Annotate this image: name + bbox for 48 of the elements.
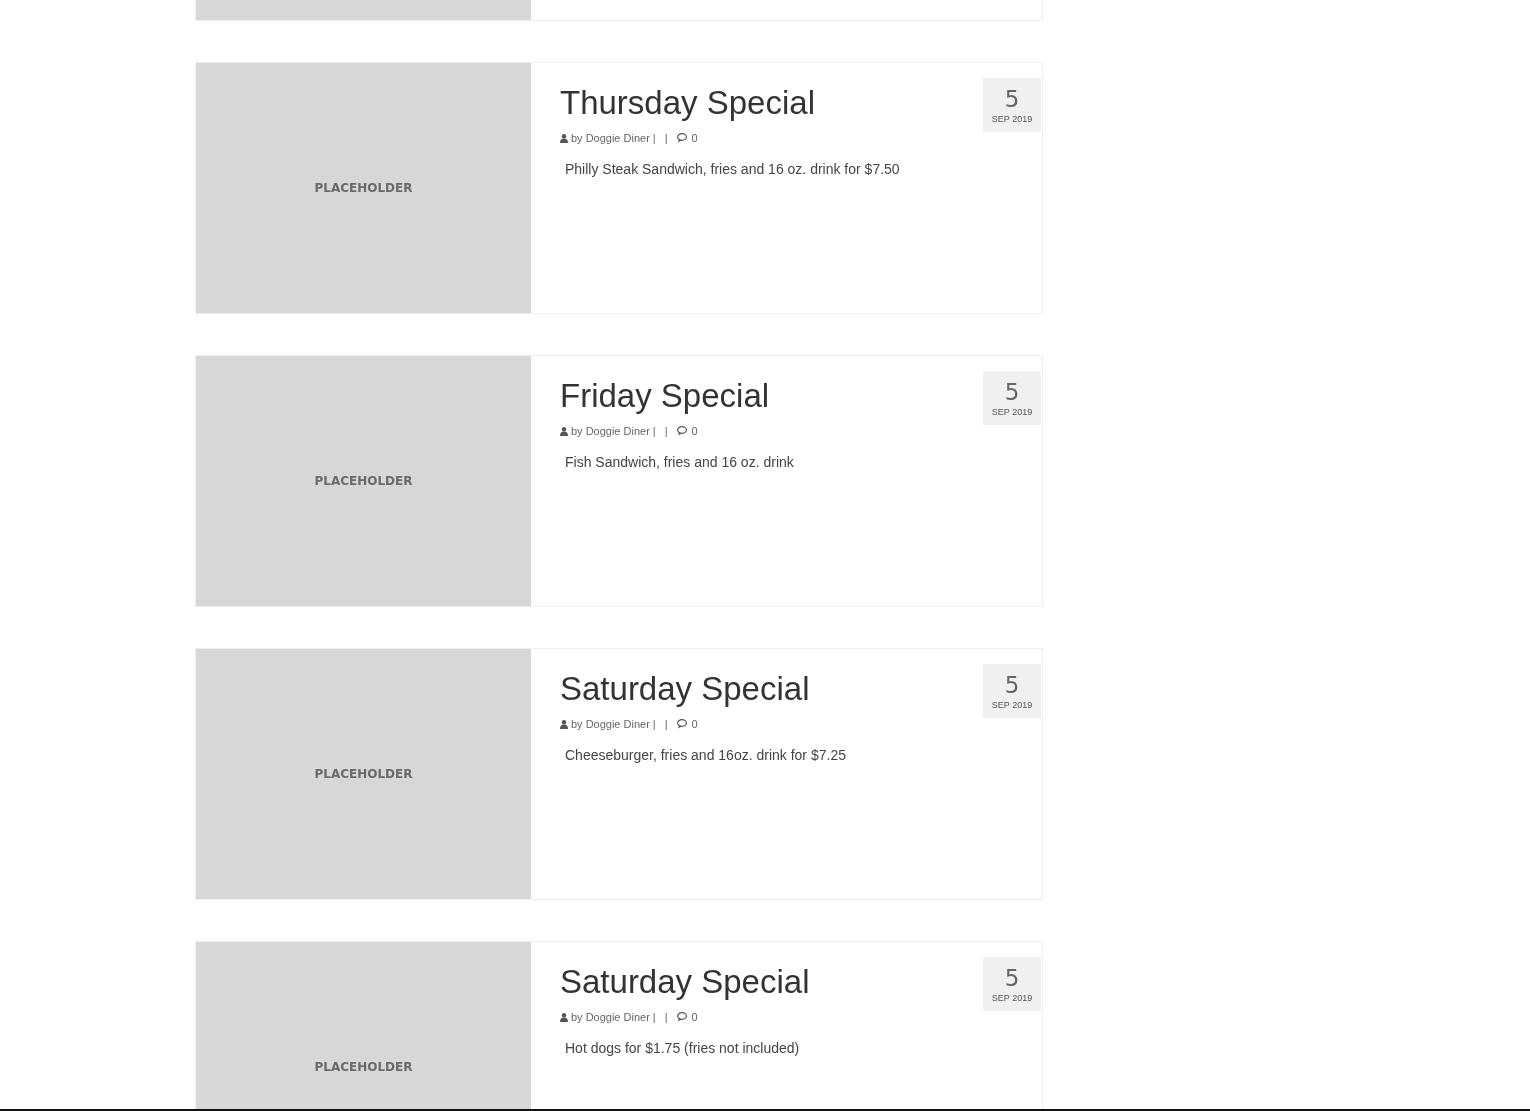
- date-day: 5: [1004, 86, 1020, 111]
- placeholder-label: PLACEHOLDER: [314, 474, 413, 488]
- meta-separator: |: [664, 718, 668, 730]
- meta-separator: |: [664, 132, 668, 144]
- meta-separator: |: [664, 1011, 668, 1023]
- placeholder-label: PLACEHOLDER: [314, 181, 413, 195]
- comments-count[interactable]: 0: [691, 425, 698, 437]
- date-day: 5: [1004, 965, 1020, 990]
- comments-count[interactable]: 0: [691, 1011, 698, 1023]
- comments-icon: [676, 719, 689, 729]
- author-link[interactable]: Doggie Diner: [585, 425, 650, 437]
- user-icon: [560, 719, 568, 729]
- date-month-year: SEP 2019: [991, 113, 1033, 124]
- comments-count[interactable]: 0: [691, 718, 698, 730]
- meta-separator: |: [664, 425, 668, 437]
- author-prefix: by: [571, 132, 583, 144]
- comments-icon: [676, 133, 689, 143]
- author-prefix: by: [571, 718, 583, 730]
- user-icon: [560, 426, 568, 436]
- comments-icon: [676, 1012, 689, 1022]
- date-month-year: SEP 2019: [991, 699, 1033, 710]
- post-title[interactable]: Thursday Special: [560, 84, 815, 122]
- post-title[interactable]: Friday Special: [560, 377, 770, 415]
- meta-separator: |: [652, 1011, 656, 1023]
- date-day: 5: [1004, 672, 1020, 697]
- meta-separator: |: [652, 132, 656, 144]
- comments-icon: [676, 426, 689, 436]
- placeholder-label: PLACEHOLDER: [314, 767, 413, 781]
- post-excerpt: Cheeseburger, fries and 16oz. drink for $7.25: [565, 747, 847, 763]
- comments-count[interactable]: 0: [691, 132, 698, 144]
- author-prefix: by: [571, 425, 583, 437]
- post-excerpt: Hot dogs for $1.75 (fries not included): [565, 1040, 801, 1056]
- post-title[interactable]: Saturday Special: [560, 670, 810, 708]
- author-link[interactable]: Doggie Diner: [585, 132, 650, 144]
- author-prefix: by: [571, 1011, 583, 1023]
- date-month-year: SEP 2019: [991, 406, 1033, 417]
- post-excerpt: Fish Sandwich, fries and 16 oz. drink: [565, 454, 795, 470]
- author-link[interactable]: Doggie Diner: [585, 718, 650, 730]
- user-icon: [560, 1012, 568, 1022]
- placeholder-label: PLACEHOLDER: [314, 1060, 413, 1074]
- post-excerpt: Philly Steak Sandwich, fries and 16 oz. drink for $7.50: [565, 161, 901, 177]
- date-day: 5: [1004, 379, 1020, 404]
- meta-separator: |: [652, 718, 656, 730]
- date-month-year: SEP 2019: [991, 992, 1033, 1003]
- user-icon: [560, 133, 568, 143]
- meta-separator: |: [652, 425, 656, 437]
- post-title[interactable]: Saturday Special: [560, 963, 810, 1001]
- author-link[interactable]: Doggie Diner: [585, 1011, 650, 1023]
